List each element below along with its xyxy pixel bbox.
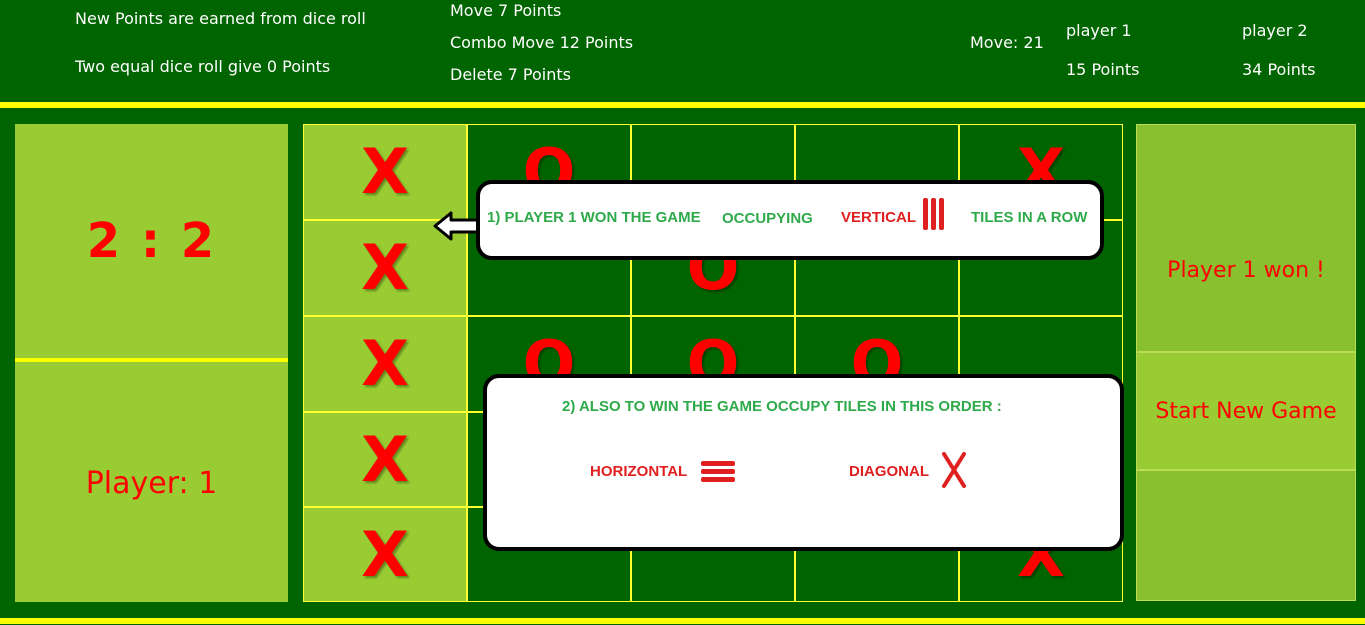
board-cell[interactable]: X <box>303 124 467 220</box>
move-counter: Move: 21 <box>970 33 1044 52</box>
x-mark: X <box>361 422 409 496</box>
rule-equal-dice: Two equal dice roll give 0 Points <box>75 57 331 76</box>
x-mark: X <box>361 135 409 208</box>
x-mark: X <box>361 517 409 591</box>
x-mark: X <box>361 231 409 304</box>
dice-value: 2 : 2 <box>86 213 217 269</box>
right-panel-empty <box>1136 470 1356 601</box>
tooltip2-text: 2) ALSO TO WIN THE GAME OCCUPY TILES IN … <box>562 398 1002 415</box>
x-mark: X <box>361 327 409 400</box>
vertical-lines-icon <box>923 198 944 230</box>
horizontal-lines-icon <box>701 461 735 482</box>
player1-name: player 1 <box>1066 21 1132 40</box>
player1-points: 15 Points <box>1066 60 1140 79</box>
player2-name: player 2 <box>1242 21 1308 40</box>
footer-divider <box>0 618 1365 624</box>
current-player-panel: Player: 1 <box>15 362 288 602</box>
dice-display[interactable]: 2 : 2 <box>15 124 288 358</box>
move-points-label: Move 7 Points <box>450 1 562 20</box>
board-cell[interactable]: X <box>303 316 467 412</box>
board-cell[interactable]: X <box>303 507 467 602</box>
current-player-label: Player: 1 <box>85 465 218 501</box>
winner-status: Player 1 won ! <box>1136 124 1356 352</box>
tooltip2-horizontal: HORIZONTAL <box>590 463 688 480</box>
board-cell[interactable]: X <box>303 412 467 507</box>
tooltip1-text: 1) PLAYER 1 WON THE GAME <box>487 209 701 226</box>
tooltip1-tiles: TILES IN A ROW <box>971 209 1088 226</box>
tooltip1-occupying: OCCUPYING <box>722 210 813 227</box>
start-new-game-label: Start New Game <box>1155 398 1337 424</box>
arrow-left-icon <box>433 211 480 241</box>
diagonal-x-icon <box>942 452 966 488</box>
player2-points: 34 Points <box>1242 60 1316 79</box>
tooltip1-vertical: VERTICAL <box>841 209 916 226</box>
delete-points-label: Delete 7 Points <box>450 65 571 84</box>
winner-label: Player 1 won ! <box>1167 257 1325 283</box>
start-new-game-button[interactable]: Start New Game <box>1136 352 1356 470</box>
rule-dice-points: New Points are earned from dice roll <box>75 9 366 28</box>
header-divider <box>0 102 1365 108</box>
tooltip2-diagonal: DIAGONAL <box>849 463 929 480</box>
combo-points-label: Combo Move 12 Points <box>450 33 634 52</box>
